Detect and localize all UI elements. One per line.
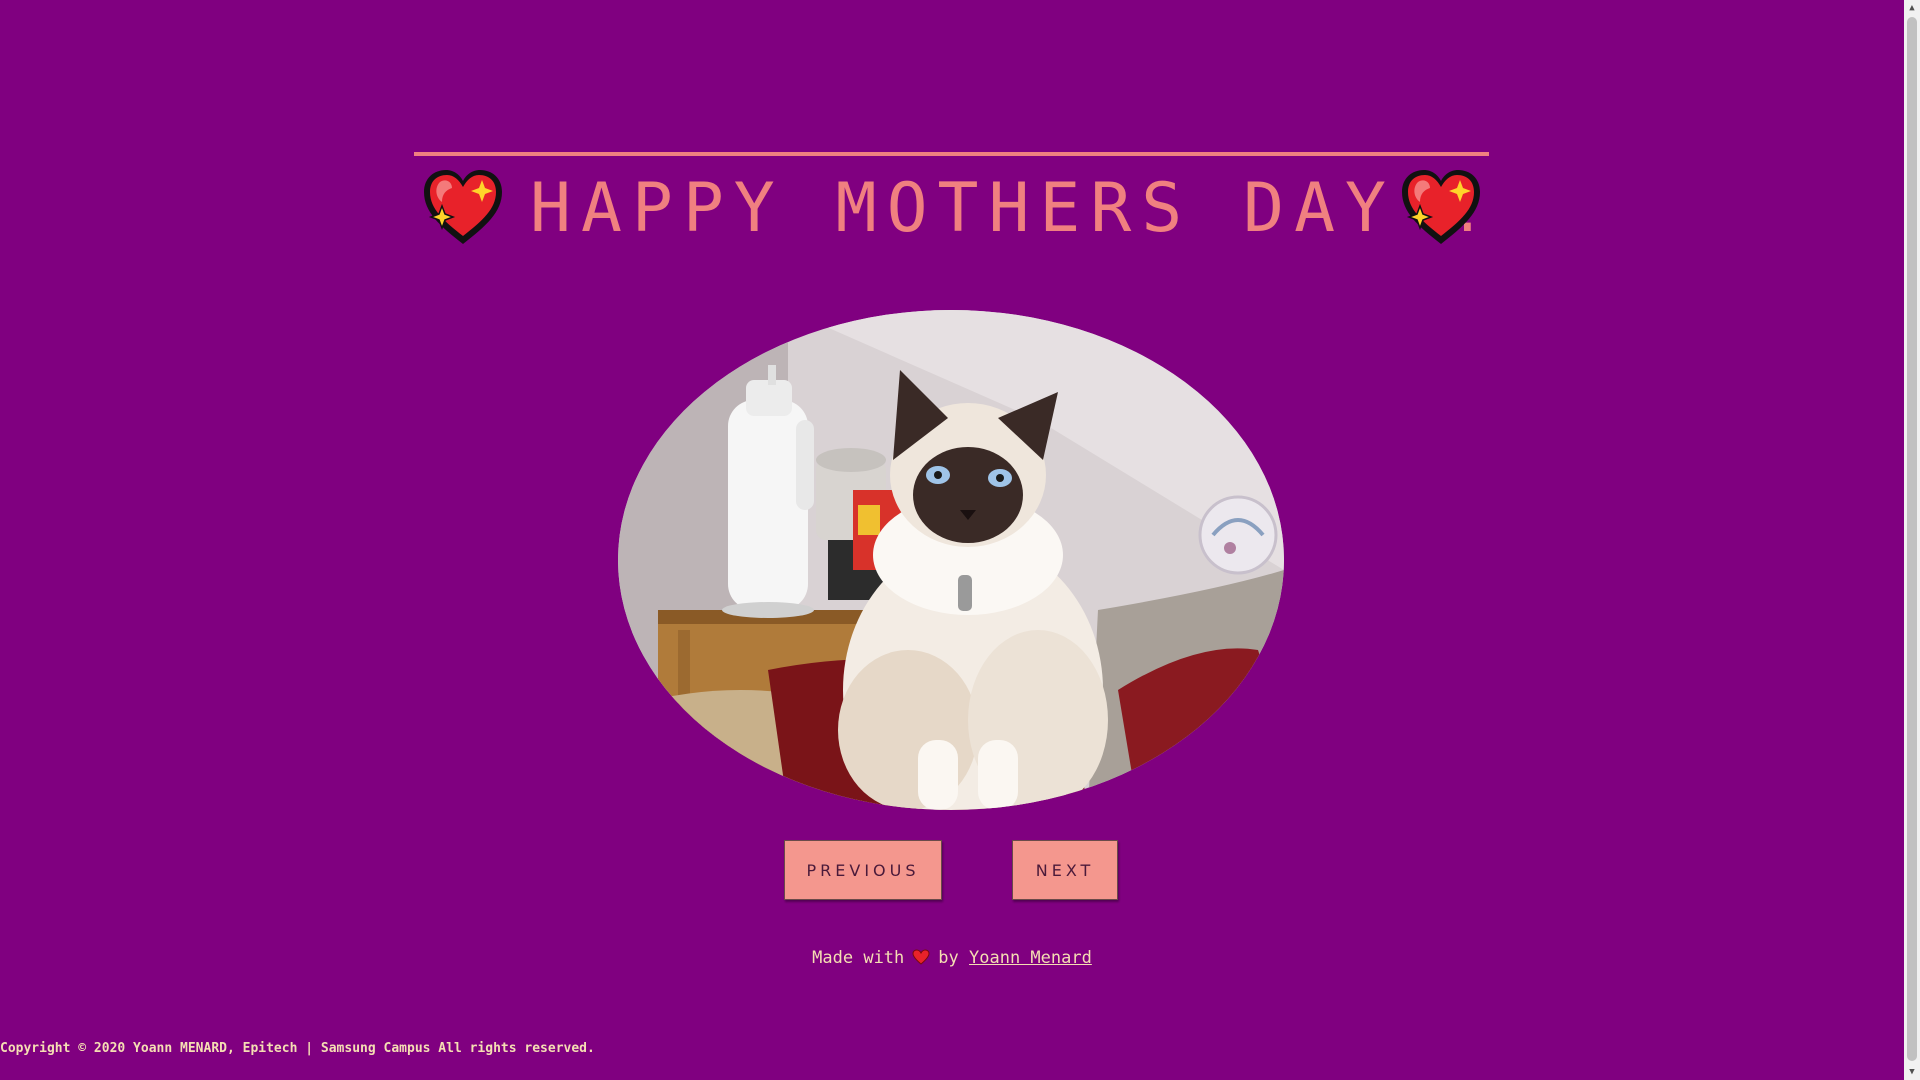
page-title: HAPPY MOTHERS DAY ! <box>530 169 1498 248</box>
heart-icon <box>912 949 930 965</box>
scroll-up-arrow-icon[interactable]: ▲ <box>1904 0 1920 16</box>
scrollbar-thumb[interactable] <box>1907 17 1917 1061</box>
next-button[interactable]: NEXT <box>1012 840 1118 900</box>
title-divider <box>414 152 1489 156</box>
vertical-scrollbar[interactable]: ▲ ▼ <box>1904 0 1920 1080</box>
credit-prefix: Made with <box>812 948 905 968</box>
sparkling-heart-icon <box>1398 168 1484 248</box>
previous-button[interactable]: PREVIOUS <box>784 840 942 900</box>
cat-photo <box>618 310 1284 810</box>
page: HAPPY MOTHERS DAY ! PREVIOUS NEXT Made w… <box>0 0 1920 1080</box>
credit-by: by <box>938 948 959 968</box>
scroll-down-arrow-icon[interactable]: ▼ <box>1904 1064 1920 1080</box>
sparkling-heart-icon <box>420 168 506 248</box>
copyright-text: Copyright © 2020 Yoann MENARD, Epitech |… <box>0 1041 595 1056</box>
author-link[interactable]: Yoann Menard <box>969 948 1092 968</box>
credit-line: Made with by Yoann Menard <box>0 947 1904 969</box>
